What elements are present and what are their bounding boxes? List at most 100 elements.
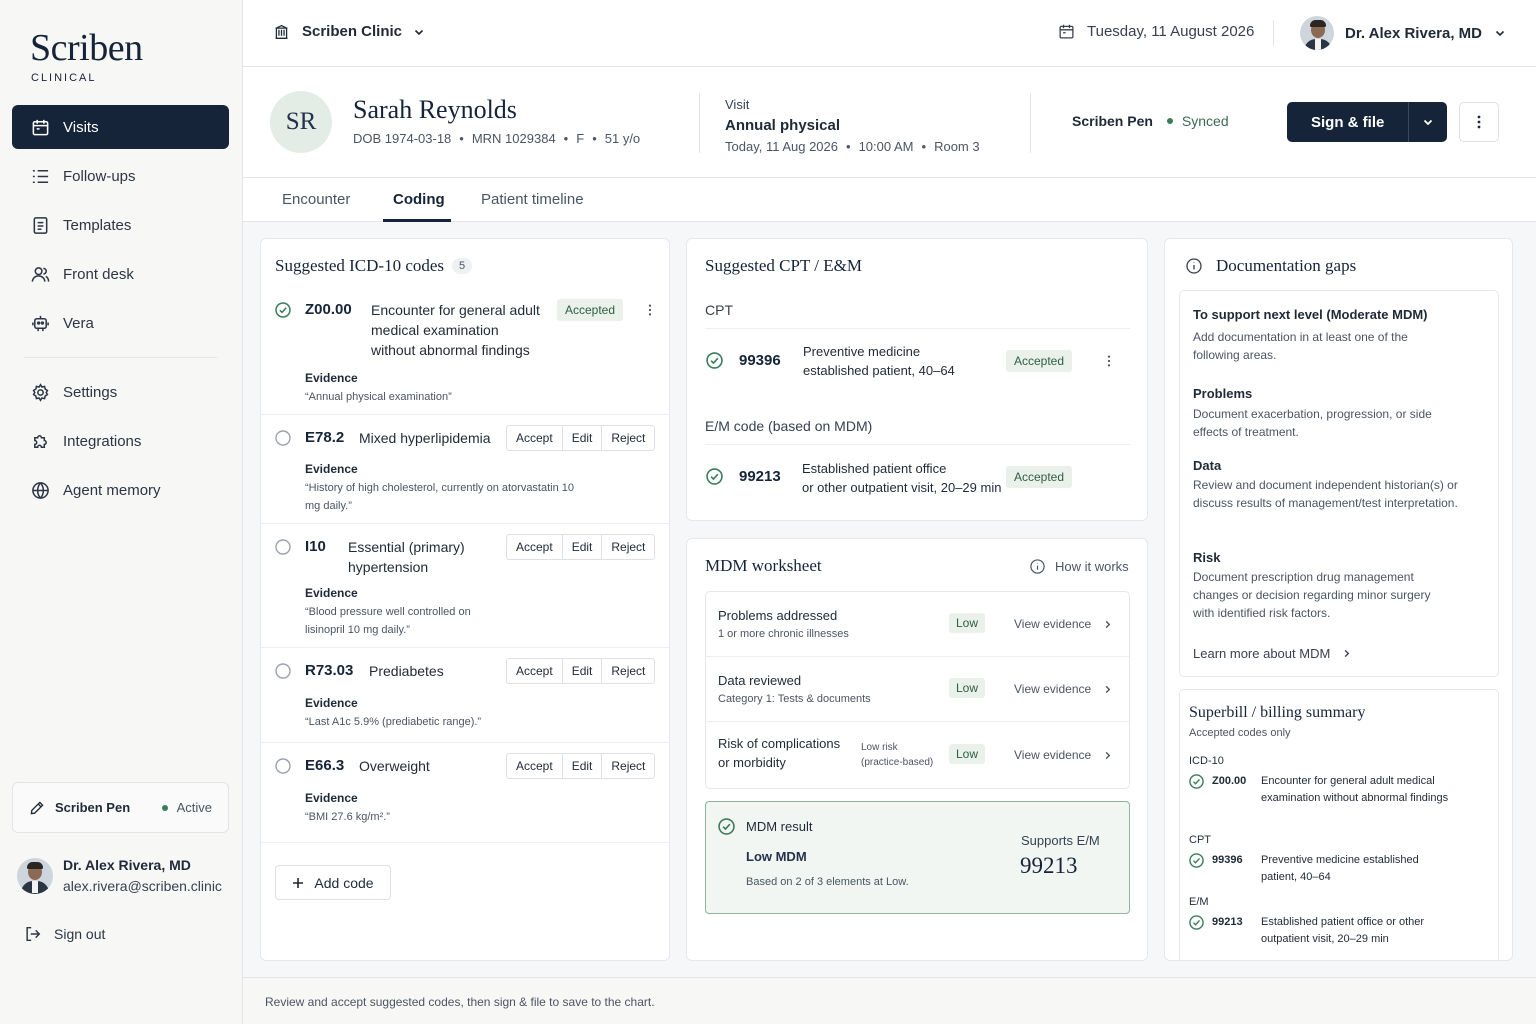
em-description: Established patient office or other outp… [802, 459, 1001, 497]
evidence-text: “Blood pressure well controlled on lisin… [305, 606, 471, 636]
radio-circle-icon[interactable] [275, 758, 291, 774]
reject-button[interactable]: Reject [602, 426, 654, 450]
cpt-description-line: Preventive medicine [803, 344, 921, 359]
evidence-text: “BMI 27.6 kg/m².” [305, 811, 390, 823]
patient-age: 51 y/o [604, 131, 641, 146]
radio-circle-icon[interactable] [275, 663, 291, 679]
edit-button[interactable]: Edit [563, 659, 603, 683]
learn-more-mdm-link[interactable]: Learn more about MDM [1193, 646, 1351, 661]
mdm-row-risk: Risk of complications or morbidity Low r… [706, 722, 1129, 788]
sidebar-item-front-desk[interactable]: Front desk [12, 252, 229, 296]
edit-button[interactable]: Edit [563, 426, 603, 450]
sidebar-item-settings[interactable]: Settings [12, 370, 229, 414]
plus-icon [293, 877, 304, 888]
current-date[interactable]: Tuesday, 11 August 2026 [1058, 23, 1254, 40]
view-evidence-label: View evidence [1014, 617, 1092, 631]
edit-button[interactable]: Edit [563, 535, 603, 559]
divider [705, 444, 1130, 445]
level-badge: Low [949, 744, 986, 764]
sign-out-label: Sign out [54, 926, 106, 942]
brand-logo[interactable]: Scriben CLINICAL [30, 26, 143, 84]
chevron-down-icon [414, 29, 424, 35]
sidebar: Scriben CLINICAL Visits Follow-ups Templ… [0, 0, 243, 1024]
accepted-badge: Accepted [557, 299, 624, 321]
edit-button[interactable]: Edit [563, 754, 603, 778]
user-card[interactable]: Dr. Alex Rivera, MD alex.rivera@scriben.… [17, 855, 222, 897]
card-title: MDM worksheet [705, 556, 822, 575]
card-title: Suggested ICD-10 codes [275, 256, 445, 275]
gap-title: Problems [1193, 386, 1253, 401]
sync-status: Synced [1166, 113, 1229, 129]
more-options-button[interactable] [1459, 102, 1499, 142]
accept-button[interactable]: Accept [507, 535, 563, 559]
view-evidence-link[interactable]: View evidence [1014, 748, 1112, 762]
how-it-works-label: How it works [1055, 559, 1129, 574]
accept-button[interactable]: Accept [507, 426, 563, 450]
billing-description: Established patient office or other outp… [1261, 916, 1425, 945]
tab-encounter[interactable]: Encounter [282, 191, 350, 208]
how-it-works-link[interactable]: How it works [1030, 559, 1129, 574]
risk-note: Low risk (practice-based) [861, 740, 933, 770]
sidebar-item-templates[interactable]: Templates [12, 203, 229, 247]
view-evidence-link[interactable]: View evidence [1014, 617, 1112, 631]
pen-status-card[interactable]: Scriben Pen Active [12, 782, 229, 833]
icd-code: Z00.00 [305, 301, 352, 318]
icd-description: Prediabetes [369, 663, 444, 679]
mdm-elements: Problems addressed 1 or more chronic ill… [705, 591, 1130, 789]
sidebar-item-visits[interactable]: Visits [12, 105, 229, 149]
billing-title: Superbill / billing summary [1189, 704, 1366, 721]
mdm-result-level: Low MDM [746, 849, 807, 864]
billing-subtitle: Accepted codes only [1189, 727, 1291, 739]
mdm-result-panel: MDM result Low MDM Based on 2 of 3 eleme… [705, 801, 1130, 914]
clinic-selector[interactable]: Scriben Clinic [273, 23, 437, 40]
cpt-code: 99396 [739, 352, 781, 369]
chevron-right-icon [1105, 685, 1111, 693]
tab-coding[interactable]: Coding [393, 191, 445, 208]
chevron-right-icon [1344, 649, 1350, 658]
header-divider [1030, 93, 1031, 153]
mdm-row-problems: Problems addressed 1 or more chronic ill… [706, 592, 1129, 657]
cpt-description-line: established patient, 40–64 [803, 363, 955, 378]
reject-button[interactable]: Reject [602, 659, 654, 683]
sidebar-item-agent-memory[interactable]: Agent memory [12, 468, 229, 512]
cpt-description: Preventive medicine established patient,… [803, 342, 955, 380]
building-icon [275, 24, 288, 39]
brand-subtitle: CLINICAL [31, 72, 97, 84]
billing-category: E/M [1189, 896, 1209, 908]
sidebar-item-integrations[interactable]: Integrations [12, 419, 229, 463]
add-code-button[interactable]: Add code [275, 865, 391, 900]
radio-circle-icon[interactable] [275, 430, 291, 446]
sign-options-dropdown[interactable] [1409, 102, 1447, 142]
view-evidence-link[interactable]: View evidence [1014, 682, 1112, 696]
globe-icon [32, 481, 49, 499]
mdm-row-title-line: Risk of complications [718, 736, 841, 751]
accept-button[interactable]: Accept [507, 754, 563, 778]
sign-and-file-button[interactable]: Sign & file [1287, 102, 1410, 142]
sidebar-item-follow-ups[interactable]: Follow-ups [12, 154, 229, 198]
documentation-gaps-card: Documentation gaps To support next level… [1164, 238, 1513, 961]
gap-text: Document prescription drug management ch… [1193, 570, 1431, 620]
avatar [17, 858, 53, 894]
tab-patient-timeline[interactable]: Patient timeline [481, 191, 584, 208]
accept-button[interactable]: Accept [507, 659, 563, 683]
user-email: alex.rivera@scriben.clinic [63, 878, 222, 894]
reject-button[interactable]: Reject [602, 754, 654, 778]
kebab-icon[interactable] [1102, 354, 1116, 368]
evidence-label: Evidence [305, 371, 358, 385]
mdm-result-label: MDM result [746, 819, 813, 834]
gear-icon [32, 382, 49, 402]
reject-button[interactable]: Reject [602, 535, 654, 559]
sign-out-button[interactable]: Sign out [24, 925, 105, 943]
sign-and-file-button-group: Sign & file [1287, 102, 1448, 142]
visit-label: Visit [725, 97, 750, 112]
sidebar-item-vera[interactable]: Vera [12, 301, 229, 345]
visit-type: Annual physical [725, 117, 841, 134]
sync-status-text: Synced [1181, 113, 1229, 129]
user-menu[interactable]: Dr. Alex Rivera, MD [1300, 16, 1506, 50]
patient-header: SR Sarah Reynolds DOB 1974-03-18 • MRN 102… [243, 67, 1536, 178]
patient-name: Sarah Reynolds [353, 95, 517, 124]
level-badge: Low [949, 613, 986, 633]
radio-circle-icon[interactable] [275, 539, 291, 555]
billing-description: Preventive medicine established patient,… [1261, 854, 1419, 883]
kebab-icon[interactable] [643, 303, 657, 317]
